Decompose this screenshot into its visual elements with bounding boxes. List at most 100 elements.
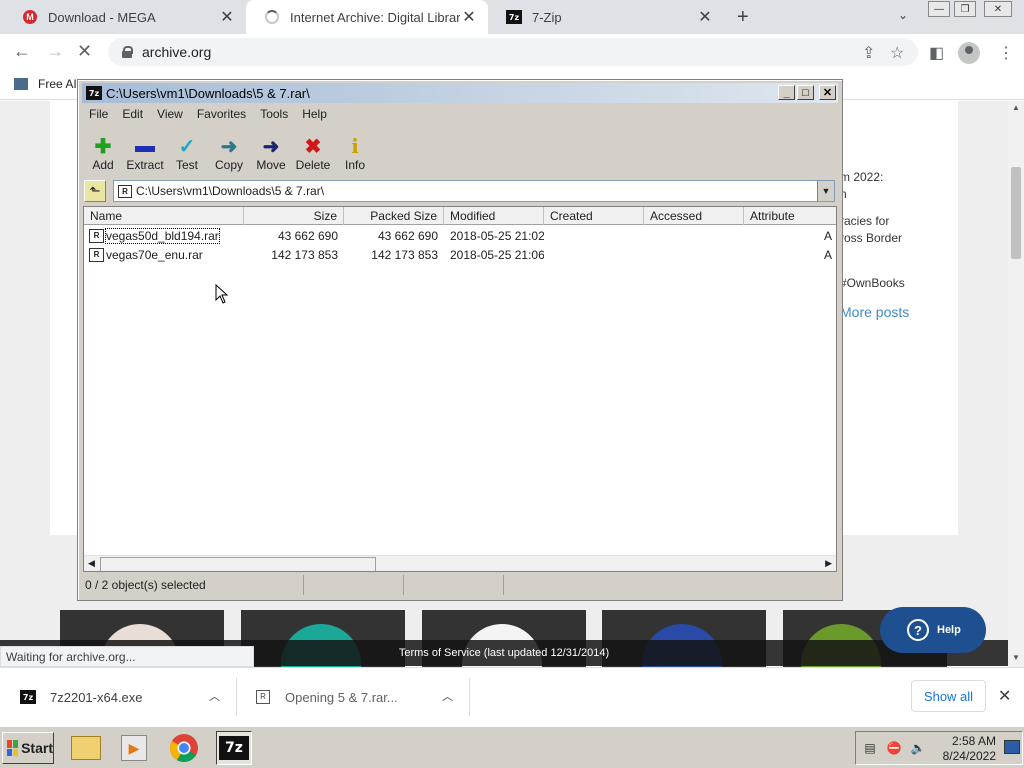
more-posts-link[interactable]: More posts [840, 304, 909, 320]
menu-help[interactable]: Help [295, 107, 334, 121]
profile-avatar[interactable] [958, 42, 980, 64]
status-segment [404, 575, 504, 595]
tab-7zip[interactable]: 7z 7-Zip ✕ [488, 0, 724, 34]
copy-button[interactable]: ➜ Copy [208, 126, 250, 174]
restore-icon[interactable]: ❐ [954, 1, 976, 17]
menu-tools[interactable]: Tools [253, 107, 295, 121]
add-button[interactable]: ✚ Add [82, 126, 124, 174]
scroll-down-arrow-icon[interactable]: ▼ [1012, 653, 1020, 662]
tab-title: Download - MEGA [48, 9, 156, 25]
show-all-button[interactable]: Show all [911, 680, 986, 712]
file-created [544, 226, 644, 245]
file-list[interactable]: Name Size Packed Size Modified Created A… [83, 206, 837, 572]
delete-icon: ✖ [304, 135, 322, 158]
folder-up-icon[interactable]: ⬑ [84, 180, 106, 202]
side-text-line[interactable]: racies for [840, 214, 889, 228]
download-item[interactable]: 7z 7z2201-x64.exe ︿ [0, 668, 236, 726]
info-button[interactable]: i Info [334, 126, 376, 174]
download-shelf: 7z 7z2201-x64.exe ︿ R Opening 5 & 7.rar.… [0, 667, 1024, 726]
tab-close-icon[interactable]: ✕ [696, 7, 714, 27]
delete-button[interactable]: ✖ Delete [292, 126, 334, 174]
menu-edit[interactable]: Edit [115, 107, 150, 121]
side-panel-icon[interactable]: ◧ [929, 43, 944, 63]
chrome-icon[interactable] [166, 731, 202, 765]
page-scrollbar[interactable]: ▲ ▼ [1008, 101, 1024, 667]
start-button[interactable]: Start [2, 732, 54, 764]
column-header-name[interactable]: Name [84, 207, 244, 225]
column-header-accessed[interactable]: Accessed [644, 207, 744, 225]
file-explorer-icon[interactable] [68, 731, 104, 765]
path-combobox[interactable]: R C:\Users\vm1\Downloads\5 & 7.rar\ ▼ [113, 180, 835, 202]
media-player-icon[interactable]: ▶ [116, 731, 152, 765]
menu-favorites[interactable]: Favorites [190, 107, 253, 121]
browser-status-bubble: Waiting for archive.org... [0, 646, 254, 667]
menu-file[interactable]: File [82, 107, 115, 121]
dropdown-arrow-icon[interactable]: ▼ [817, 181, 834, 201]
tab-search-chevron-icon[interactable]: ⌄ [898, 8, 908, 22]
7zip-icon: 7z [86, 86, 102, 100]
new-tab-icon[interactable]: + [737, 6, 749, 29]
start-label: Start [21, 740, 53, 756]
button-label: Test [175, 158, 198, 172]
tab-internet-archive[interactable]: Internet Archive: Digital Library o ✕ [246, 0, 488, 34]
horizontal-scrollbar[interactable]: ◀ ▶ [84, 555, 836, 571]
file-row[interactable]: R vegas70e_enu.rar 142 173 853 142 173 8… [84, 245, 836, 264]
bookmark-item[interactable]: Free AI [14, 77, 77, 91]
tab-close-icon[interactable]: ✕ [460, 7, 478, 27]
rar-archive-icon: R [118, 184, 132, 198]
button-label: Move [256, 158, 286, 172]
back-icon[interactable]: ← [13, 41, 31, 62]
show-desktop-icon[interactable] [1004, 740, 1020, 754]
help-button[interactable]: ? Help [880, 607, 986, 653]
scroll-right-arrow-icon[interactable]: ▶ [825, 558, 832, 569]
minimize-icon[interactable]: — [928, 1, 950, 17]
menu-view[interactable]: View [150, 107, 190, 121]
column-header-attribute[interactable]: Attribute [744, 207, 836, 225]
7zip-title-bar[interactable]: 7z C:\Users\vm1\Downloads\5 & 7.rar\ _ □… [82, 83, 838, 103]
scrollbar-thumb[interactable] [100, 557, 376, 571]
scrollbar-thumb[interactable] [1011, 167, 1021, 259]
close-window-icon[interactable]: ✕ [984, 1, 1012, 17]
side-text-line[interactable]: #OwnBooks [840, 276, 905, 290]
menu-kebab-icon[interactable]: ⋮ [998, 43, 1014, 63]
lock-icon[interactable] [122, 46, 133, 58]
tos-link[interactable]: Terms of Service (last updated 12/31/201… [399, 647, 609, 659]
test-button[interactable]: ✓ Test [166, 126, 208, 174]
extract-icon: ▬ [135, 134, 155, 157]
clock[interactable]: 2:58 AM 8/24/2022 [936, 734, 996, 764]
close-icon[interactable]: ✕ [819, 85, 836, 100]
network-icon[interactable]: ▤ [862, 741, 878, 757]
maximize-icon[interactable]: □ [797, 85, 814, 100]
download-filename: Opening 5 & 7.rar... [285, 689, 398, 705]
tab-mega[interactable]: M Download - MEGA ✕ [4, 0, 246, 34]
tab-title: Internet Archive: Digital Library o [290, 9, 460, 25]
column-header-modified[interactable]: Modified [444, 207, 544, 225]
column-header-created[interactable]: Created [544, 207, 644, 225]
close-shelf-icon[interactable]: ✕ [998, 686, 1011, 706]
file-row[interactable]: R vegas50d_bld194.rar 43 662 690 43 662 … [84, 226, 836, 245]
download-item[interactable]: R Opening 5 & 7.rar... ︿ [237, 668, 469, 726]
chevron-up-icon[interactable]: ︿ [209, 688, 220, 704]
7zip-taskbar-button[interactable]: 7z [216, 731, 252, 765]
extract-button[interactable]: ▬ Extract [124, 126, 166, 174]
column-header-packed-size[interactable]: Packed Size [344, 207, 444, 225]
7zip-icon: 7z [20, 689, 36, 705]
security-alert-icon[interactable]: ⛔ [886, 741, 902, 757]
stop-loading-icon[interactable]: ✕ [77, 41, 92, 62]
side-text-line[interactable]: ross Border [840, 231, 902, 245]
column-header-size[interactable]: Size [244, 207, 344, 225]
address-bar[interactable]: archive.org [108, 38, 918, 66]
move-button[interactable]: ➜ Move [250, 126, 292, 174]
file-packed-size: 43 662 690 [377, 229, 438, 243]
button-label: Info [344, 158, 365, 172]
scroll-left-arrow-icon[interactable]: ◀ [88, 558, 95, 569]
chevron-up-icon[interactable]: ︿ [442, 688, 453, 704]
forward-icon[interactable]: → [46, 41, 64, 62]
volume-icon[interactable]: 🔈 [910, 741, 926, 757]
scroll-up-arrow-icon[interactable]: ▲ [1012, 103, 1020, 112]
mega-icon: M [22, 9, 38, 25]
share-icon[interactable]: ⇪ [862, 43, 875, 63]
minimize-icon[interactable]: _ [778, 85, 795, 100]
bookmark-star-icon[interactable]: ☆ [890, 43, 904, 63]
tab-close-icon[interactable]: ✕ [218, 7, 236, 27]
